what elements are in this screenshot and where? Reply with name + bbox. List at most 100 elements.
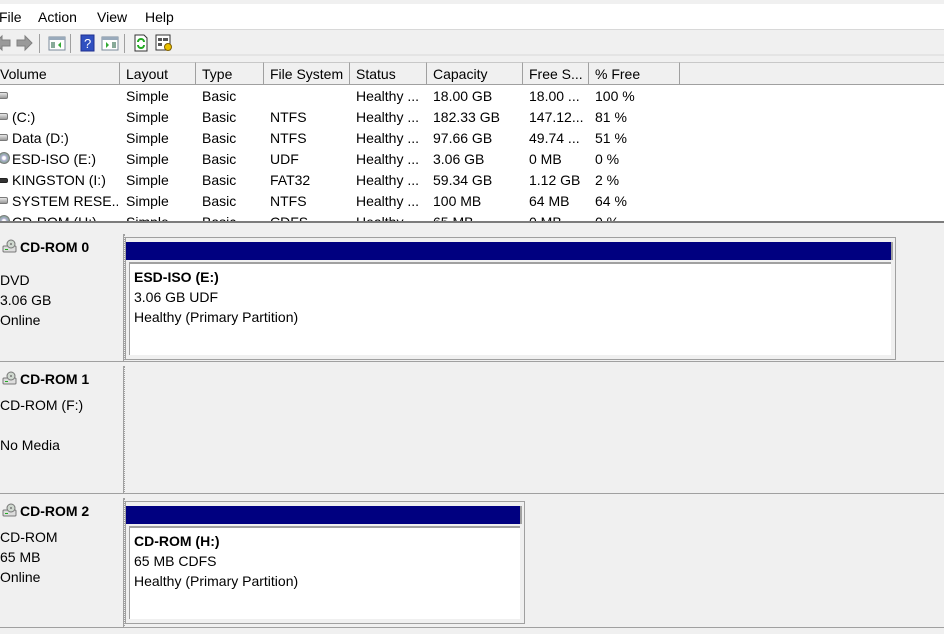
table-row[interactable]: CD-ROM (H:) Simple Basic CDFS Healthy ... 65 … <box>0 212 944 221</box>
cell-status: Healthy ... <box>356 130 420 146</box>
cell-file-system: NTFS <box>270 109 307 125</box>
svg-text:?: ? <box>84 36 91 51</box>
cell-layout: Simple <box>126 193 169 209</box>
cell-free-space: 64 MB <box>529 193 570 209</box>
disk-volume-icon <box>0 134 8 141</box>
partition-cd-rom-h[interactable]: CD-ROM (H:) 65 MB CDFS Healthy (Primary … <box>125 501 525 624</box>
properties-icon[interactable] <box>155 34 173 52</box>
partition-title: ESD-ISO (E:) <box>134 269 219 285</box>
cell-type: Basic <box>202 88 237 104</box>
disk-label-cd-rom-1[interactable]: CD-ROM 1 CD-ROM (F:) No Media <box>0 366 124 494</box>
cell-percent-free: 51 % <box>595 130 627 146</box>
toolbar: ? <box>0 29 944 56</box>
column-header-file-system[interactable]: File System <box>264 62 350 85</box>
table-row[interactable]: KINGSTON (I:) Simple Basic FAT32 Healthy ...… <box>0 170 944 191</box>
disk-volume-icon <box>0 113 8 120</box>
cell-status: Healthy ... <box>356 151 420 167</box>
cell-file-system: UDF <box>270 151 299 167</box>
disk-label-cd-rom-2[interactable]: CD-ROM 2 CD-ROM 65 MB Online <box>0 498 124 628</box>
column-header-volume[interactable]: Volume <box>0 62 120 85</box>
cell-type: Basic <box>202 212 262 221</box>
cell-volume: Data (D:) <box>12 130 69 146</box>
help-icon[interactable]: ? <box>79 34 97 52</box>
disk-size: 65 MB <box>0 549 41 565</box>
disk-name: CD-ROM 2 <box>20 503 90 519</box>
column-header-free-space[interactable]: Free S... <box>523 62 589 85</box>
partition-status: Healthy (Primary Partition) <box>134 309 299 325</box>
back-arrow-icon[interactable] <box>0 34 12 52</box>
toolbar-separator <box>70 34 71 53</box>
refresh-icon[interactable] <box>132 34 150 52</box>
cell-status: Healthy ... <box>356 109 420 125</box>
partition-body: ESD-ISO (E:) 3.06 GB UDF Healthy (Primar… <box>129 262 891 355</box>
menu-action[interactable]: Action <box>38 9 77 25</box>
cell-capacity: 100 MB <box>433 193 482 209</box>
partition-size: 65 MB CDFS <box>134 553 217 569</box>
cell-percent-free: 0 % <box>595 151 620 167</box>
cell-layout: Simple <box>126 151 169 167</box>
cell-type: Basic <box>202 151 237 167</box>
cell-type: Basic <box>202 130 237 146</box>
partition-header-bar <box>126 506 522 524</box>
partition-title: CD-ROM (H:) <box>134 533 220 549</box>
cell-layout: Simple <box>126 172 169 188</box>
column-header-layout[interactable]: Layout <box>120 62 196 85</box>
disk-map: CD-ROM 0 DVD 3.06 GB Online ESD-ISO (E:)… <box>0 227 944 634</box>
cell-percent-free: 81 % <box>595 109 627 125</box>
cell-type: Basic <box>202 109 237 125</box>
table-row[interactable]: SYSTEM RESE... Simple Basic NTFS Healthy ...… <box>0 191 944 212</box>
cell-percent-free: 2 % <box>595 172 620 188</box>
table-row[interactable]: Data (D:) Simple Basic NTFS Healthy ... 97.66… <box>0 128 944 149</box>
menu-file[interactable]: File <box>0 9 22 25</box>
show-hide-console-tree-icon[interactable] <box>48 34 66 52</box>
cell-status: Healthy ... <box>356 212 426 221</box>
cell-free-space: 147.12... <box>529 109 584 125</box>
partition-esd-iso[interactable]: ESD-ISO (E:) 3.06 GB UDF Healthy (Primar… <box>125 237 896 360</box>
disk-label-cd-rom-0[interactable]: CD-ROM 0 DVD 3.06 GB Online <box>0 234 124 362</box>
table-row[interactable]: (C:) Simple Basic NTFS Healthy ... 182.33 GB 1… <box>0 107 944 128</box>
column-header-percent-free[interactable]: % Free <box>589 62 680 85</box>
disk-partitions-cd-rom-0: ESD-ISO (E:) 3.06 GB UDF Healthy (Primar… <box>124 234 944 362</box>
cell-capacity: 97.66 GB <box>433 130 493 146</box>
disk-size: 3.06 GB <box>0 292 52 308</box>
disk-status: Online <box>0 569 41 585</box>
usb-drive-icon <box>0 178 8 183</box>
forward-arrow-icon[interactable] <box>16 34 34 52</box>
cell-capacity: 65 MB <box>433 212 521 221</box>
cd-drive-icon <box>2 371 17 385</box>
table-row[interactable]: ESD-ISO (E:) Simple Basic UDF Healthy ... 3.0… <box>0 149 944 170</box>
cell-capacity: 59.34 GB <box>433 172 493 188</box>
partition-header-bar <box>126 242 893 260</box>
cell-layout: Simple <box>126 130 169 146</box>
cell-free-space: 0 MB <box>529 212 587 221</box>
cell-free-space: 1.12 GB <box>529 172 581 188</box>
disk-name: CD-ROM 0 <box>20 239 90 255</box>
column-header-capacity[interactable]: Capacity <box>427 62 523 85</box>
cell-status: Healthy ... <box>356 172 420 188</box>
cell-layout: Simple <box>126 109 169 125</box>
cell-file-system: NTFS <box>270 193 307 209</box>
menu-bar: File Action View Help <box>0 0 944 29</box>
disk-name: CD-ROM 1 <box>20 371 90 387</box>
column-header-status[interactable]: Status <box>350 62 427 85</box>
cell-file-system: FAT32 <box>270 172 311 188</box>
volume-list: Volume Layout Type File System Status Ca… <box>0 62 944 221</box>
cell-type: Basic <box>202 172 237 188</box>
cell-type: Basic <box>202 193 237 209</box>
cd-volume-icon <box>0 152 10 164</box>
cell-layout: Simple <box>126 88 169 104</box>
show-hide-action-pane-icon[interactable] <box>101 34 119 52</box>
menu-view[interactable]: View <box>97 9 127 25</box>
disk-status: No Media <box>0 437 60 453</box>
partition-body: CD-ROM (H:) 65 MB CDFS Healthy (Primary … <box>129 526 520 619</box>
column-header-type[interactable]: Type <box>196 62 264 85</box>
cell-status: Healthy ... <box>356 88 420 104</box>
cell-layout: Simple <box>126 212 194 221</box>
cell-capacity: 3.06 GB <box>433 151 485 167</box>
disk-type: CD-ROM (F:) <box>0 397 84 413</box>
cd-drive-icon <box>2 503 17 517</box>
menu-help[interactable]: Help <box>145 9 174 25</box>
disk-partitions-cd-rom-2: CD-ROM (H:) 65 MB CDFS Healthy (Primary … <box>124 498 944 628</box>
cell-percent-free: 100 % <box>595 88 635 104</box>
table-row[interactable]: Simple Basic Healthy ... 18.00 GB 18.00 ... 1… <box>0 86 944 107</box>
